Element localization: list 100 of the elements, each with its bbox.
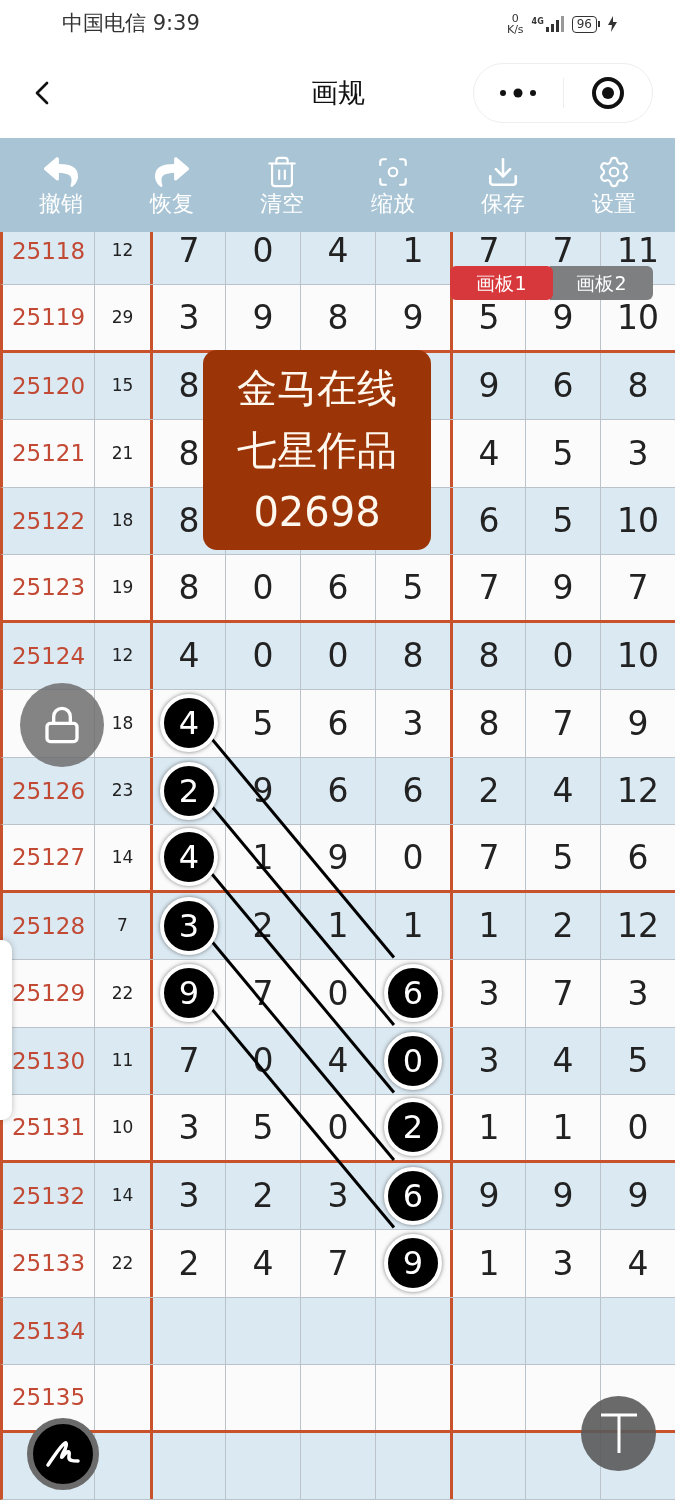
period-cell: 25120 — [3, 352, 95, 419]
sum-cell-text: 10 — [110, 1115, 135, 1139]
number-cell: 9 — [225, 285, 300, 350]
number-cell: 12 — [600, 757, 675, 824]
number-cell: 7 — [600, 555, 675, 620]
circled-number: 9 — [160, 964, 218, 1023]
sum-cell-text: 12 — [110, 239, 135, 262]
number-cell: 5 — [525, 825, 600, 890]
number-cell: 10 — [600, 622, 675, 689]
number-cell: 9 — [525, 1162, 600, 1229]
number-cell: 3 — [300, 1162, 375, 1229]
toolbar-button[interactable]: 恢复 — [126, 155, 217, 215]
circled-number: 3 — [160, 896, 218, 955]
number-cell: 6 — [300, 757, 375, 824]
number-cell: 7 — [225, 960, 300, 1027]
period-cell: 25118 — [3, 232, 95, 284]
number-cell: 5 — [225, 690, 300, 757]
toolbar-button[interactable]: 清空 — [237, 155, 328, 215]
board-tab[interactable]: 画板2 — [550, 266, 653, 300]
number-cell: 6 — [375, 757, 450, 824]
number-cell: 5 — [525, 487, 600, 554]
circled-number: 0 — [384, 1031, 442, 1090]
circled-number: 2 — [160, 761, 218, 820]
period-cell: 25122 — [3, 487, 95, 554]
number-cell: 6 — [300, 690, 375, 757]
sum-cell-text: 22 — [110, 1251, 135, 1275]
page-title: 画规 — [309, 75, 366, 110]
number-cell: 0 — [225, 555, 300, 620]
period-cell: 25132 — [3, 1162, 95, 1229]
toolbar-button[interactable]: 缩放 — [347, 155, 438, 215]
toolbar-button[interactable]: 设置 — [568, 155, 659, 215]
number-cell: 4 — [225, 1230, 300, 1297]
sum-cell-text: 14 — [110, 845, 135, 869]
number-cell: 2 — [525, 892, 600, 959]
number-cell: 9 — [600, 1162, 675, 1229]
number-cell: 0 — [600, 1095, 675, 1160]
sum-cell-text: 11 — [110, 1049, 135, 1072]
circled-number: 6 — [384, 964, 442, 1023]
carrier-time: 中国电信 9:39 — [62, 10, 200, 38]
number-cell: 7 — [300, 1230, 375, 1297]
speed-unit: K/s — [506, 24, 524, 35]
number-cell: 0 — [300, 1095, 375, 1160]
number-cell: 7 — [450, 555, 525, 620]
sum-cell-text: 29 — [110, 305, 135, 329]
period-cell: 25134 — [3, 1297, 95, 1364]
number-cell: 3 — [375, 690, 450, 757]
sum-cell-text: 15 — [110, 374, 135, 397]
battery-indicator: 96 — [571, 15, 597, 33]
number-cell: 0 — [225, 622, 300, 689]
number-cell: 4 — [525, 1027, 600, 1094]
number-cell: 0 — [300, 960, 375, 1027]
number-cell: 0 — [375, 825, 450, 890]
number-cell: 0 — [225, 232, 300, 284]
number-cell: 3 — [525, 1230, 600, 1297]
number-cell: 9 — [225, 757, 300, 824]
sum-cell-text: 23 — [110, 779, 135, 802]
number-cell: 0 — [525, 622, 600, 689]
sum-cell-text: 19 — [110, 575, 135, 599]
number-cell: 2 — [225, 1162, 300, 1229]
number-cell: 8 — [150, 555, 225, 620]
number-cell: 6 — [600, 825, 675, 890]
stamp-line: 02698 — [253, 488, 381, 537]
number-cell: 4 — [300, 1027, 375, 1094]
sum-cell-text: 18 — [110, 509, 135, 532]
period-cell: 25133 — [3, 1230, 95, 1297]
number-cell: 7 — [525, 960, 600, 1027]
number-cell: 8 — [300, 285, 375, 350]
period-cell: 25127 — [3, 825, 95, 890]
number-cell: 5 — [600, 1027, 675, 1094]
sum-cell-text: 18 — [110, 711, 135, 735]
number-cell: 8 — [600, 352, 675, 419]
number-cell: 1 — [450, 1095, 525, 1160]
circled-number: 4 — [160, 828, 218, 887]
number-cell: 3 — [600, 960, 675, 1027]
circled-number: 6 — [384, 1166, 442, 1225]
circled-number: 4 — [160, 694, 218, 753]
board-tab[interactable]: 画板1 — [450, 266, 553, 300]
number-cell: 5 — [225, 1095, 300, 1160]
number-cell: 4 — [525, 757, 600, 824]
number-cell: 7 — [525, 690, 600, 757]
number-cell: 4 — [600, 1230, 675, 1297]
number-cell: 0 — [300, 622, 375, 689]
number-cell: 9 — [600, 690, 675, 757]
stamp-line: 金马在线 — [237, 364, 397, 413]
number-cell: 5 — [375, 555, 450, 620]
number-cell: 9 — [300, 825, 375, 890]
number-cell: 3 — [150, 1095, 225, 1160]
sum-cell-text: 12 — [110, 644, 135, 667]
toolbar-button[interactable]: 撤销 — [16, 155, 107, 215]
period-cell: 25121 — [3, 420, 95, 487]
stamp-line: 七星作品 — [237, 426, 397, 475]
toolbar-button[interactable]: 保存 — [458, 155, 549, 215]
number-cell: 1 — [525, 1095, 600, 1160]
number-cell: 12 — [600, 892, 675, 959]
number-cell: 8 — [375, 622, 450, 689]
number-cell: 3 — [600, 420, 675, 487]
circled-number: 9 — [384, 1234, 442, 1293]
speed-value: 0 — [511, 13, 519, 24]
sum-cell-text: 14 — [110, 1184, 135, 1207]
period-cell: 25123 — [3, 555, 95, 620]
